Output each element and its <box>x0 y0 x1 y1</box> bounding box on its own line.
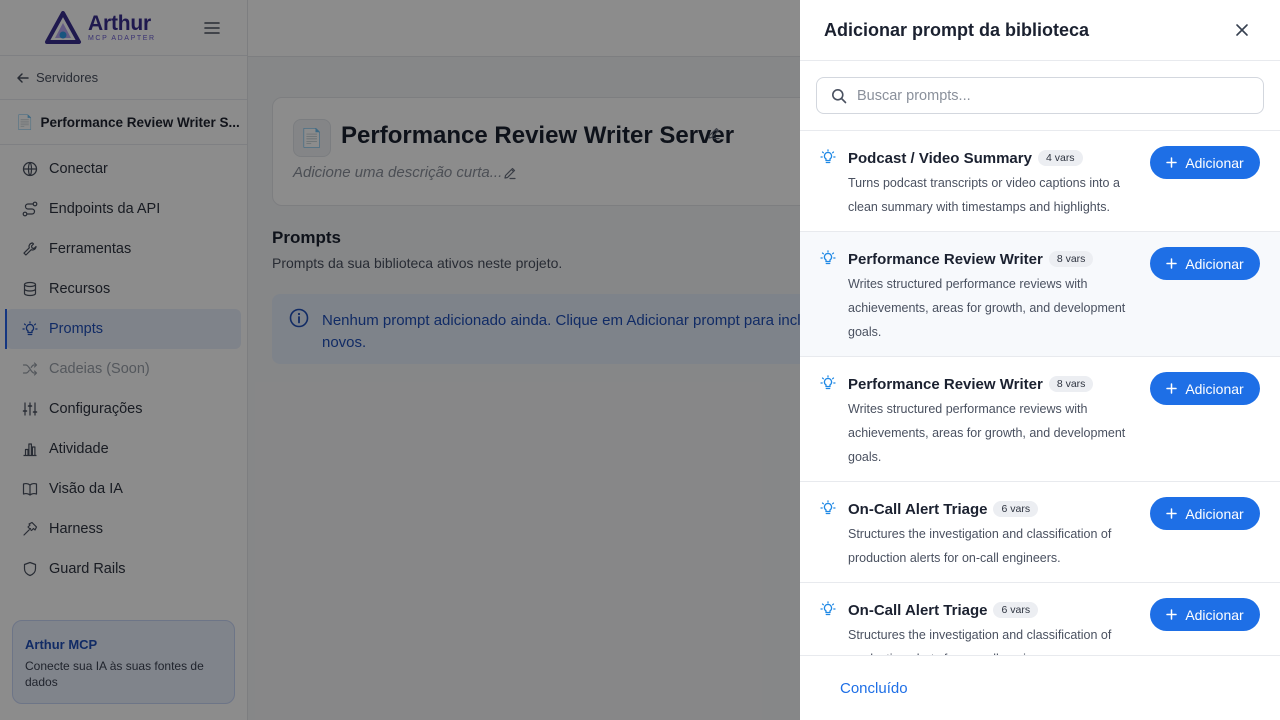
prompt-description: Structures the investigation and classif… <box>848 527 1112 565</box>
add-prompt-button[interactable]: Adicionar <box>1150 497 1260 530</box>
plus-icon <box>1166 383 1178 394</box>
prompt-description: Structures the investigation and classif… <box>848 628 1112 655</box>
plus-icon <box>1166 508 1178 519</box>
prompt-title: Performance Review Writer <box>848 250 1043 268</box>
drawer-title: Adicionar prompt da biblioteca <box>824 19 1090 40</box>
prompt-description: Turns podcast transcripts or video capti… <box>848 176 1120 214</box>
plus-icon <box>1166 157 1178 168</box>
lightbulb-icon <box>820 149 836 164</box>
vars-badge: 8 vars <box>1048 251 1094 267</box>
prompt-description: Writes structured performance reviews wi… <box>848 277 1126 339</box>
drawer-footer: Concluído <box>800 655 1280 720</box>
search-box[interactable] <box>816 77 1264 114</box>
close-icon[interactable] <box>1234 22 1250 38</box>
vars-badge: 6 vars <box>993 501 1039 517</box>
prompt-title: Podcast / Video Summary <box>848 149 1032 167</box>
prompt-description: Writes structured performance reviews wi… <box>848 402 1126 464</box>
add-prompt-button[interactable]: Adicionar <box>1150 372 1260 405</box>
prompt-list: Podcast / Video Summary 4 vars Turns pod… <box>800 131 1280 655</box>
add-button-label: Adicionar <box>1185 606 1244 623</box>
add-button-label: Adicionar <box>1185 380 1244 397</box>
prompt-title: On-Call Alert Triage <box>848 601 988 619</box>
list-item: On-Call Alert Triage 6 vars Structures t… <box>800 482 1280 583</box>
vars-badge: 6 vars <box>993 602 1039 618</box>
list-item: Performance Review Writer 8 vars Writes … <box>800 357 1280 482</box>
prompt-title: Performance Review Writer <box>848 375 1043 393</box>
search-input[interactable] <box>857 87 1263 104</box>
add-button-label: Adicionar <box>1185 154 1244 171</box>
search-icon <box>832 88 847 103</box>
prompt-title: On-Call Alert Triage <box>848 500 988 518</box>
done-button[interactable]: Concluído <box>840 680 908 697</box>
vars-badge: 4 vars <box>1037 150 1083 166</box>
add-prompt-button[interactable]: Adicionar <box>1150 598 1260 631</box>
search-area <box>800 61 1280 131</box>
add-button-label: Adicionar <box>1185 255 1244 272</box>
list-item: Podcast / Video Summary 4 vars Turns pod… <box>800 131 1280 232</box>
list-item: Performance Review Writer 8 vars Writes … <box>800 232 1280 357</box>
add-prompt-button[interactable]: Adicionar <box>1150 247 1260 280</box>
vars-badge: 8 vars <box>1048 376 1094 392</box>
add-prompt-button[interactable]: Adicionar <box>1150 146 1260 179</box>
lightbulb-icon <box>820 500 836 515</box>
drawer-header: Adicionar prompt da biblioteca <box>800 0 1280 61</box>
lightbulb-icon <box>820 375 836 390</box>
plus-icon <box>1166 609 1178 620</box>
lightbulb-icon <box>820 601 836 616</box>
add-prompt-drawer: Adicionar prompt da biblioteca Podcast /… <box>800 0 1280 720</box>
plus-icon <box>1166 258 1178 269</box>
add-button-label: Adicionar <box>1185 505 1244 522</box>
list-item: On-Call Alert Triage 6 vars Structures t… <box>800 583 1280 655</box>
lightbulb-icon <box>820 250 836 265</box>
